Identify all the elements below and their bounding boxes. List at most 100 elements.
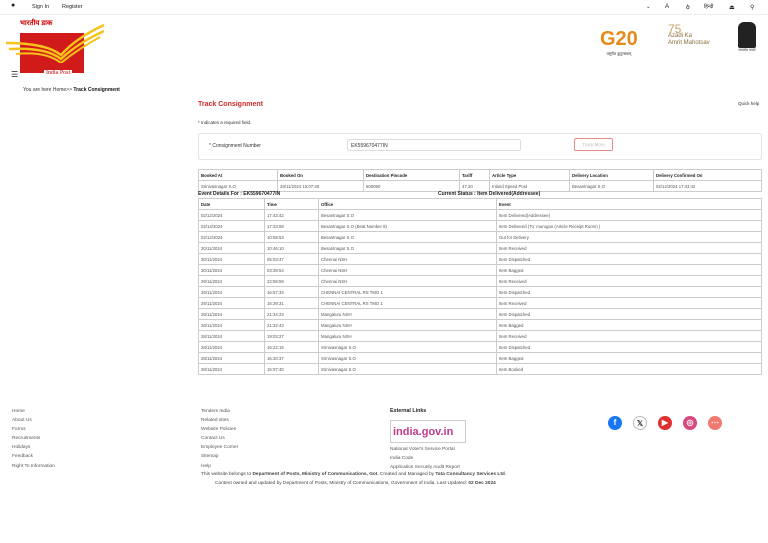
event-cell: 30/11/2024 xyxy=(198,242,265,254)
event-cell: 05:03:47 xyxy=(264,253,319,265)
event-cell: 16:39:31 xyxy=(264,297,319,309)
event-cell: Item Received xyxy=(496,275,762,287)
event-cell: Item Booked xyxy=(496,363,762,375)
chevron-down-icon[interactable]: ⌄ xyxy=(646,4,651,10)
event-cell: Besantnagar S.O (Beat Number 8) xyxy=(318,220,497,232)
event-cell: Srinivasnagar S.O xyxy=(318,352,497,364)
event-cell: 28/11/2024 xyxy=(198,330,265,342)
footer-links-col1: Home About Us Forms Recruitments Holidays Fee… xyxy=(12,407,55,471)
instagram-icon[interactable]: ◎ xyxy=(683,416,697,430)
breadcrumb-home[interactable]: You are here Home>> xyxy=(23,87,73,93)
event-cell: 16:57:34 xyxy=(264,286,319,298)
event-cell: 28/11/2024 xyxy=(198,352,265,364)
sitemap-icon[interactable]: ⏏ xyxy=(729,4,735,11)
footer-link[interactable]: Contact Us xyxy=(201,434,238,443)
last-updated: 02 Dec 2024 xyxy=(468,481,496,486)
event-cell: 02/12/2024 xyxy=(198,231,265,243)
sign-in-link[interactable]: Sign In xyxy=(32,4,49,10)
facebook-icon[interactable]: f xyxy=(608,416,622,430)
summary-cell: Srinivasnagar S.O xyxy=(198,180,278,192)
summary-cell: 600090 xyxy=(363,180,460,192)
breadcrumb-current: Track Consignment xyxy=(73,87,120,93)
footer-link[interactable]: Right To Information xyxy=(12,462,55,471)
event-row: 29/11/2024 16:57:34 CHENNAI CENTRAL RS TMO… xyxy=(198,286,762,298)
external-link[interactable]: National Voter's Service Portal xyxy=(390,445,466,454)
events-table: Date Time Office Event 02/12/2024 17:43:42 Bes… xyxy=(198,198,762,375)
content-owner-text: Content owned and updated by Department … xyxy=(215,481,496,486)
event-details-title: Event Details For : EK559670477IN xyxy=(198,191,281,197)
events-header: Office xyxy=(318,198,497,210)
hindi-toggle[interactable]: हिन्दी xyxy=(704,4,713,10)
search-icon[interactable]: ⚲ xyxy=(750,4,754,11)
event-cell: 28/11/2024 xyxy=(198,341,265,353)
event-cell: 28/11/2024 xyxy=(198,363,265,375)
event-cell: Item Bagged xyxy=(496,352,762,364)
event-cell: 03:39:54 xyxy=(264,264,319,276)
india-gov-logo-link[interactable]: india.gov.in xyxy=(390,420,466,444)
track-more-button[interactable]: Track More xyxy=(574,138,613,151)
external-link[interactable]: India Code xyxy=(390,454,466,463)
event-cell: 17:33:58 xyxy=(264,220,319,232)
event-cell: 02/12/2024 xyxy=(198,220,265,232)
consignment-number-label: * Consignment Number xyxy=(209,143,261,149)
footer-link[interactable]: Website Policies xyxy=(201,425,238,434)
event-row: 02/12/2024 17:43:42 Besantnagar S.O Item De… xyxy=(198,209,762,221)
menu-icon[interactable]: ☰ xyxy=(11,70,18,79)
footer-link[interactable]: Employee Corner xyxy=(201,443,238,452)
footer-link[interactable]: About Us xyxy=(12,416,55,425)
event-cell: 10:46:10 xyxy=(264,242,319,254)
india-post-logo[interactable]: भारतीय डाक India Post xyxy=(6,19,105,81)
event-cell: 30/11/2024 xyxy=(198,253,265,265)
event-row: 28/11/2024 16:22:15 Srinivasnagar S.O Item … xyxy=(198,341,762,353)
event-cell: Chennai NSH xyxy=(318,275,497,287)
register-link[interactable]: Register xyxy=(62,4,82,10)
user-icon[interactable]: ● xyxy=(11,2,15,9)
logo-wings-icon xyxy=(6,23,105,63)
footer-link[interactable]: Recruitments xyxy=(12,434,55,443)
ownership-text: This website belongs to Department of Po… xyxy=(201,472,507,477)
event-row: 28/11/2024 15:07:40 Srinivasnagar S.O Item … xyxy=(198,363,762,375)
event-cell: Item Dispatched xyxy=(496,286,762,298)
more-icon[interactable]: ⋯ xyxy=(708,416,722,430)
current-status: Current Status : Item Delivered(Addresse… xyxy=(438,191,541,197)
g20-logo: G20 वसुधैव कुटुम्बकम् xyxy=(600,28,638,56)
youtube-icon[interactable]: ▶ xyxy=(658,416,672,430)
footer-link[interactable]: Help xyxy=(201,462,238,471)
summary-header: Article Type xyxy=(489,169,570,181)
footer-link[interactable]: Home xyxy=(12,407,55,416)
text-size-icon[interactable]: A xyxy=(665,4,669,10)
event-cell: Chennai NSH xyxy=(318,264,497,276)
event-cell: Item Delivered (To: murugan (Article Rec… xyxy=(496,220,762,232)
footer-link[interactable]: Forms xyxy=(12,425,55,434)
event-cell: 22:58:59 xyxy=(264,275,319,287)
required-note: * Indicates a required field. xyxy=(198,120,252,125)
consignment-number-input[interactable]: EK559670477IN xyxy=(347,139,521,151)
event-cell: Mangaluru NSH xyxy=(318,330,497,342)
footer-link[interactable]: Feedback xyxy=(12,452,55,461)
event-cell: Item Received xyxy=(496,330,762,342)
event-cell: Item Bagged xyxy=(496,319,762,331)
event-cell: Item Dispatched xyxy=(496,341,762,353)
footer-link[interactable]: Holidays xyxy=(12,443,55,452)
summary-header: Booked On xyxy=(277,169,364,181)
event-cell: Item Delivered(Addressee) xyxy=(496,209,762,221)
footer-link[interactable]: Sitemap xyxy=(201,452,238,461)
event-cell: 29/11/2024 xyxy=(198,297,265,309)
event-cell: Besantnagar S.O xyxy=(318,209,497,221)
contrast-icon[interactable]: ծ xyxy=(686,4,690,11)
footer-link[interactable]: Tenders India xyxy=(201,407,238,416)
x-icon[interactable]: 𝕏 xyxy=(633,416,647,430)
quick-help-link[interactable]: Quick help xyxy=(738,101,759,106)
event-cell: 17:43:42 xyxy=(264,209,319,221)
event-cell: 30/11/2024 xyxy=(198,264,265,276)
event-cell: Item Dispatched xyxy=(496,308,762,320)
summary-header: Tariff xyxy=(459,169,490,181)
event-cell: 15:07:40 xyxy=(264,363,319,375)
event-cell: Srinivasnagar S.O xyxy=(318,363,497,375)
event-cell: Item Received xyxy=(496,242,762,254)
footer-link[interactable]: Related sites xyxy=(201,416,238,425)
summary-cell: Besantnagar S.O xyxy=(569,180,654,192)
breadcrumb: You are here Home>> Track Consignment xyxy=(23,87,120,93)
events-header: Time xyxy=(264,198,319,210)
external-link[interactable]: Application Security Audit Report xyxy=(390,463,466,472)
